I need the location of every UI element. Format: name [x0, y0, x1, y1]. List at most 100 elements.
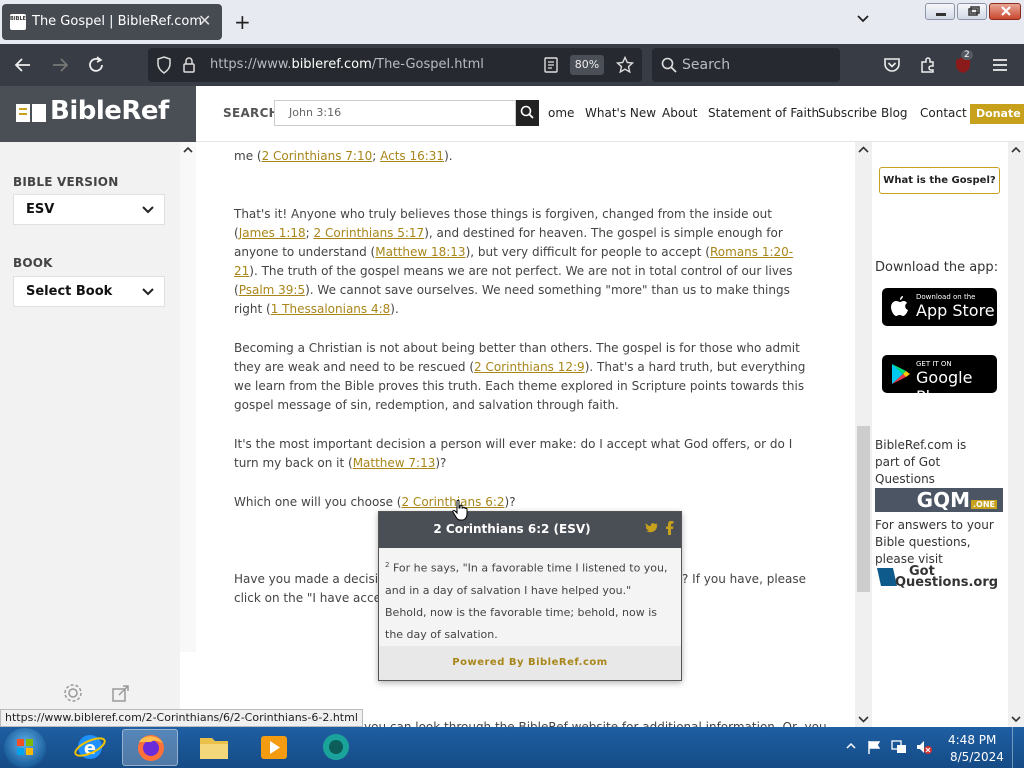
clock-date[interactable]: 8/5/2024: [950, 750, 1004, 764]
tab-the-gospel[interactable]: BIBLE The Gospel | BibleRef.com ✕: [2, 4, 222, 40]
app-taskbar-icon[interactable]: [308, 729, 364, 766]
twitter-icon[interactable]: [645, 522, 659, 534]
tooltip-header: 2 Corinthians 6:2 (ESV): [379, 512, 681, 548]
network-icon[interactable]: [890, 739, 908, 755]
logo-text: BibleRef: [50, 96, 169, 126]
pocket-icon[interactable]: [883, 56, 901, 74]
nav-subscribe[interactable]: Subscribe: [818, 106, 877, 120]
hamburger-menu-icon[interactable]: [991, 56, 1009, 74]
app-store-small-text: Download on the: [916, 293, 976, 301]
nav-contact[interactable]: Contact: [920, 106, 967, 120]
zoom-level-button[interactable]: 80%: [570, 55, 604, 75]
clock-time[interactable]: 4:48 PM: [948, 733, 996, 747]
google-play-badge[interactable]: GET IT ON Google Play: [882, 355, 997, 406]
paragraph-6-partial: you can look through the BibleRef websit…: [364, 720, 827, 727]
list-all-tabs-icon[interactable]: [856, 12, 870, 26]
internet-explorer-icon[interactable]: e: [62, 729, 118, 766]
window-minimize-button[interactable]: [925, 3, 955, 20]
app-store-large-text: App Store: [916, 301, 995, 320]
ref-matthew-7-13[interactable]: Matthew 7:13: [353, 456, 436, 470]
nav-blog[interactable]: Blog: [881, 106, 908, 120]
address-bar[interactable]: https://www.bibleref.com/The-Gospel.html…: [148, 48, 642, 82]
lock-icon[interactable]: [182, 56, 196, 74]
site-search-button[interactable]: [516, 100, 539, 126]
bibleref-favicon-icon: BIBLE: [10, 14, 26, 30]
file-explorer-icon[interactable]: [186, 729, 242, 766]
ref-matthew-18-13[interactable]: Matthew 18:13: [375, 245, 465, 259]
bibleref-logo[interactable]: BibleRef: [0, 86, 196, 142]
book-select[interactable]: Select Book: [13, 276, 165, 307]
start-button[interactable]: [4, 728, 46, 768]
facebook-icon[interactable]: [666, 521, 674, 535]
bible-book-icon: [16, 102, 46, 124]
download-app-label: Download the app:: [875, 260, 999, 275]
window-close-button[interactable]: [989, 3, 1021, 20]
ref-2-corinthians-12-9[interactable]: 2 Corinthians 12:9: [474, 360, 585, 374]
back-arrow-icon[interactable]: [14, 56, 32, 74]
page-scrollbar[interactable]: [1008, 142, 1024, 727]
tracking-shield-icon[interactable]: [156, 56, 172, 74]
gqm-logo[interactable]: GQM .ONE: [875, 488, 1003, 512]
reload-icon[interactable]: [87, 56, 105, 74]
nav-home[interactable]: ome: [548, 106, 574, 120]
ref-acts-16-31[interactable]: Acts 16:31: [380, 149, 444, 163]
share-icon[interactable]: [110, 682, 132, 704]
ref-james-1-18[interactable]: James 1:18: [239, 226, 306, 240]
paragraph-3: It's the most important decision a perso…: [234, 437, 793, 470]
verse-tooltip: 2 Corinthians 6:2 (ESV) 2 For he says, "…: [378, 511, 682, 681]
firefox-taskbar-icon[interactable]: [122, 729, 178, 766]
gear-icon[interactable]: [62, 682, 84, 704]
book-label: BOOK: [13, 256, 53, 270]
bible-version-value: ESV: [26, 202, 55, 217]
paragraph-0: me (2 Corinthians 7:10; Acts 16:31).: [234, 149, 453, 163]
bible-version-select[interactable]: ESV: [13, 194, 165, 225]
site-search-label: SEARCH: [223, 106, 280, 120]
chevron-down-icon: [142, 206, 154, 214]
google-play-large-text: Google Play: [916, 368, 973, 406]
search-placeholder: Search: [682, 57, 731, 73]
volume-muted-icon[interactable]: [915, 739, 933, 755]
link-status-bar: https://www.bibleref.com/2-Corinthians/6…: [0, 709, 363, 727]
new-tab-button[interactable]: +: [234, 10, 251, 34]
forward-arrow-icon[interactable]: [51, 56, 69, 74]
windows-taskbar: e 4:48 PM 8/5/2024: [0, 727, 1024, 768]
reader-view-icon[interactable]: [544, 57, 558, 73]
donate-button[interactable]: Donate: [970, 104, 1024, 124]
url-text: https://www.bibleref.com/The-Gospel.html: [210, 57, 484, 72]
sidebar-scrollbar[interactable]: [180, 142, 196, 652]
paragraph-1: That's it! Anyone who truly believes tho…: [234, 207, 794, 316]
show-hidden-icons[interactable]: [846, 741, 856, 751]
extensions-puzzle-icon[interactable]: [919, 56, 937, 74]
tab-title: The Gospel | BibleRef.com: [32, 14, 202, 29]
scrollbar-thumb[interactable]: [857, 426, 870, 592]
media-player-icon[interactable]: [246, 729, 302, 766]
paragraph-2: Becoming a Christian is not about being …: [234, 341, 806, 412]
bible-version-label: BIBLE VERSION: [13, 175, 119, 189]
tooltip-footer-link[interactable]: Powered By BibleRef.com: [379, 646, 681, 680]
answers-text: For answers to your Bible questions, ple…: [875, 518, 994, 566]
what-is-the-gospel-button[interactable]: What is the Gospel?: [879, 167, 1000, 194]
chevron-down-icon: [142, 288, 154, 296]
bookmark-star-icon[interactable]: [616, 56, 634, 74]
hand-cursor-icon: [452, 499, 468, 521]
ref-psalm-39-5[interactable]: Psalm 39:5: [239, 283, 305, 297]
ref-1-thessalonians-4-8[interactable]: 1 Thessalonians 4:8: [271, 302, 391, 316]
scroll-down-arrow-icon[interactable]: [1008, 711, 1024, 727]
action-center-flag-icon[interactable]: [866, 739, 882, 755]
ref-2-corinthians-5-17[interactable]: 2 Corinthians 5:17: [314, 226, 425, 240]
main-scrollbar[interactable]: [855, 142, 872, 727]
show-desktop-button[interactable]: [1012, 727, 1024, 768]
tab-close-icon[interactable]: ✕: [198, 11, 211, 30]
site-search-value: John 3:16: [289, 106, 342, 119]
nav-whats-new[interactable]: What's New: [585, 106, 656, 120]
google-play-icon: [892, 364, 910, 384]
app-store-badge[interactable]: Download on the App Store: [882, 288, 997, 326]
site-search-input[interactable]: John 3:16: [274, 100, 516, 126]
ref-2-corinthians-7-10[interactable]: 2 Corinthians 7:10: [262, 149, 373, 163]
nav-about[interactable]: About: [662, 106, 697, 120]
site-header: BibleRef SEARCH John 3:16 ome What's New…: [0, 86, 1024, 142]
scroll-down-arrow-icon[interactable]: [855, 711, 872, 727]
window-restore-button[interactable]: [957, 3, 987, 20]
nav-statement-of-faith[interactable]: Statement of Faith: [708, 106, 819, 120]
browser-search-bar[interactable]: Search: [652, 48, 840, 82]
